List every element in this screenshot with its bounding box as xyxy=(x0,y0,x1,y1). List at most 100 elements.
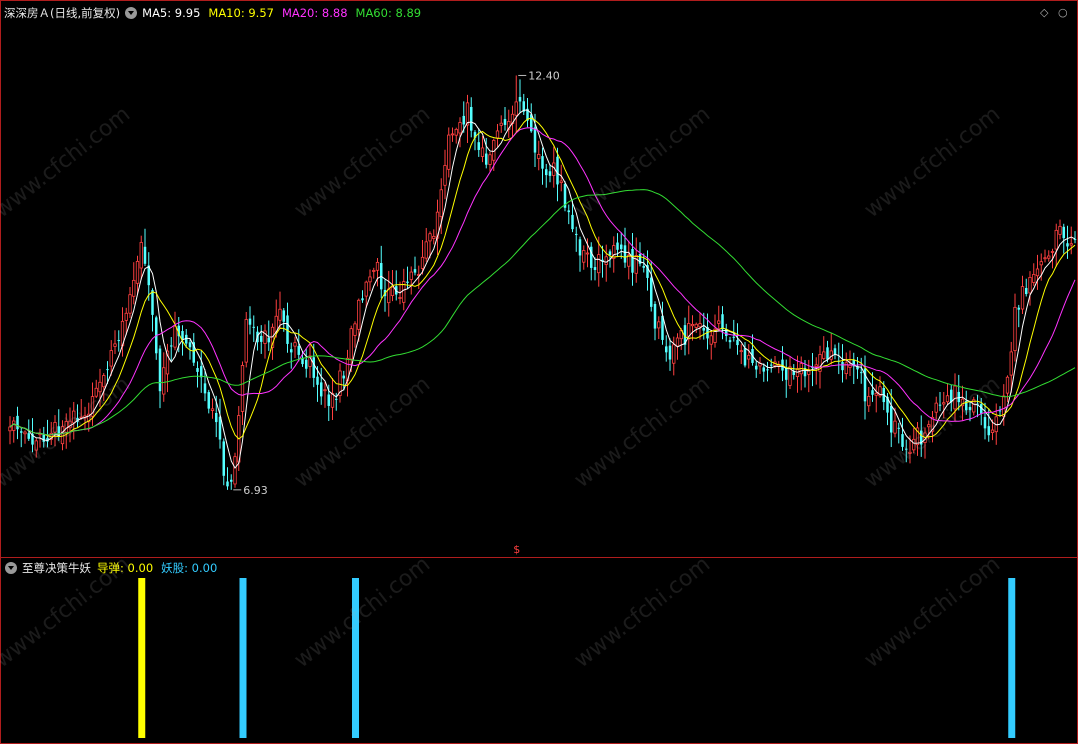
candle xyxy=(690,315,695,341)
candle-body xyxy=(398,297,402,299)
candle-body xyxy=(770,364,773,366)
candle-body xyxy=(822,351,826,359)
indicator-chart[interactable] xyxy=(0,558,1078,744)
candle xyxy=(192,333,195,366)
candle-body xyxy=(181,331,184,340)
candle xyxy=(575,226,578,252)
candle-body xyxy=(252,326,255,328)
candle xyxy=(541,147,544,185)
candle xyxy=(260,325,263,354)
candle-body xyxy=(364,281,368,297)
candle xyxy=(930,411,935,443)
candle xyxy=(514,75,518,133)
candle-body xyxy=(375,261,380,271)
candle xyxy=(604,244,608,282)
candle-body xyxy=(387,288,391,304)
ma60-line xyxy=(9,189,1076,436)
candle xyxy=(263,324,267,359)
candle-body xyxy=(694,323,698,328)
candle xyxy=(1017,304,1020,328)
candle-body xyxy=(406,281,409,283)
candle xyxy=(657,316,661,340)
candle-body xyxy=(518,97,522,102)
candle-body xyxy=(987,426,990,436)
candle-body xyxy=(465,102,470,126)
candle-body xyxy=(732,336,735,338)
signal-bar-yaogu xyxy=(352,578,359,738)
candle xyxy=(766,361,769,382)
candle-body xyxy=(443,165,447,186)
candle-body xyxy=(945,395,950,403)
candle xyxy=(758,357,762,375)
candle-body xyxy=(927,424,931,428)
candle-body xyxy=(240,365,245,412)
candlestick-chart[interactable]: 12.40 6.93 $ xyxy=(0,0,1078,557)
candle xyxy=(447,127,451,178)
candle-body xyxy=(290,349,293,353)
candle-body xyxy=(357,299,361,330)
candle xyxy=(807,359,811,393)
candle xyxy=(222,438,225,486)
candle xyxy=(874,384,878,413)
candle-body xyxy=(297,346,300,355)
candle xyxy=(387,270,391,317)
candle xyxy=(113,330,117,354)
candle xyxy=(20,427,23,448)
candle-body xyxy=(143,246,147,264)
candle xyxy=(117,330,120,352)
candle xyxy=(953,373,957,421)
candle xyxy=(1058,219,1062,240)
candle xyxy=(687,305,691,355)
candle-body xyxy=(653,303,657,329)
candle xyxy=(1062,223,1065,254)
candle-body xyxy=(541,156,544,169)
candle-body xyxy=(499,122,503,126)
candle xyxy=(998,406,1002,417)
candle-body xyxy=(420,256,425,269)
candle-body xyxy=(593,267,597,271)
candle-body xyxy=(267,337,270,343)
candle-body xyxy=(454,128,458,136)
candle xyxy=(46,419,49,448)
candle xyxy=(732,319,735,342)
candle-body xyxy=(305,359,308,369)
candle-body xyxy=(72,410,76,424)
candle-body xyxy=(728,340,732,343)
candle-body xyxy=(897,427,900,429)
candle xyxy=(665,335,668,362)
candle-body xyxy=(439,189,443,218)
candle xyxy=(128,287,132,318)
candle-body xyxy=(450,133,455,136)
candle-body xyxy=(132,279,136,297)
candle-body xyxy=(841,362,844,371)
candle xyxy=(1020,275,1025,314)
candle-body xyxy=(631,248,634,273)
candle-body xyxy=(495,130,500,139)
candle xyxy=(53,415,57,447)
candle xyxy=(777,360,781,374)
candle xyxy=(345,349,350,397)
candle xyxy=(278,291,282,329)
candle xyxy=(638,242,642,267)
candle xyxy=(582,245,586,270)
candle-body xyxy=(1017,307,1020,310)
candle-body xyxy=(316,376,319,385)
candle-body xyxy=(8,426,12,432)
candle-body xyxy=(616,242,619,250)
candle-body xyxy=(890,405,893,433)
bottom-marker: $ xyxy=(513,543,520,556)
candle xyxy=(755,361,758,378)
candle xyxy=(375,257,380,287)
candle xyxy=(545,163,548,188)
candle xyxy=(12,416,16,443)
candle-body xyxy=(12,420,16,431)
candle xyxy=(79,399,83,420)
candle-body xyxy=(548,171,552,176)
candle xyxy=(526,97,529,128)
candle-body xyxy=(829,350,833,360)
candle-body xyxy=(942,402,946,405)
candle xyxy=(353,321,357,348)
candle-body xyxy=(743,348,747,366)
candles-group xyxy=(8,75,1077,490)
candle xyxy=(623,227,627,268)
